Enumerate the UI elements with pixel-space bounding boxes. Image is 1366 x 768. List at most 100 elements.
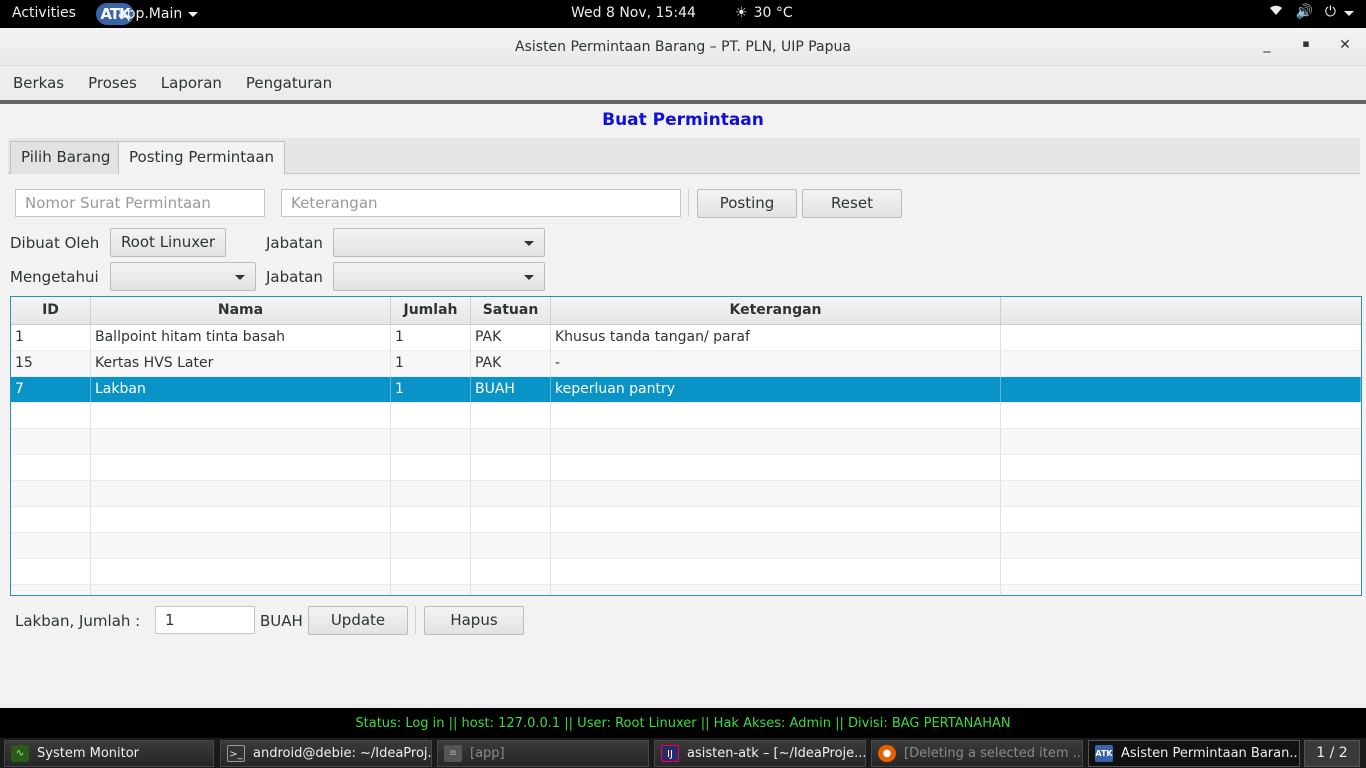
update-button[interactable]: Update <box>308 606 408 635</box>
cell-keterangan: - <box>551 351 1001 376</box>
chevron-down-icon <box>1344 10 1354 16</box>
atk-app-icon: ATK <box>1095 745 1113 762</box>
jabatan-dropdown[interactable] <box>333 228 545 257</box>
intellij-icon: IJ <box>661 745 679 762</box>
cell-keterangan: Khusus tanda tangan/ paraf <box>551 325 1001 350</box>
taskbar-intellij[interactable]: IJ asisten-atk – [~/IdeaProje... <box>654 740 866 767</box>
empty-row <box>11 533 1361 559</box>
taskbar: ∿ System Monitor >_ android@debie: ~/Ide… <box>0 738 1366 768</box>
workspace-pager[interactable]: 1 / 2 <box>1304 740 1360 767</box>
window-title: Asisten Permintaan Barang – PT. PLN, UIP… <box>515 38 851 55</box>
tab-pilih-barang[interactable]: Pilih Barang <box>10 141 122 174</box>
jabatan-label: Jabatan <box>266 234 323 252</box>
task-label: Asisten Permintaan Baran... <box>1121 746 1300 761</box>
dropdown-arrow-icon <box>524 241 534 246</box>
menu-bar: Berkas Proses Laporan Pengaturan <box>0 66 1366 104</box>
satuan-label: BUAH <box>260 612 303 630</box>
tab-posting-permintaan[interactable]: Posting Permintaan <box>118 141 286 174</box>
maximize-button[interactable]: ▪ <box>1296 37 1316 50</box>
menu-berkas[interactable]: Berkas <box>13 74 64 92</box>
dropdown-arrow-icon <box>524 275 534 280</box>
cell-satuan: BUAH <box>471 377 551 402</box>
task-label: asisten-atk – [~/IdeaProje... <box>687 746 866 761</box>
table-header: ID Nama Jumlah Satuan Keterangan <box>11 297 1361 325</box>
empty-row <box>11 403 1361 429</box>
task-label: System Monitor <box>37 746 140 761</box>
document-icon: ≡ <box>444 745 462 762</box>
window-titlebar[interactable]: Asisten Permintaan Barang – PT. PLN, UIP… <box>0 28 1366 66</box>
task-label: [Deleting a selected item ... <box>904 746 1083 761</box>
toolbar-separator <box>415 606 416 634</box>
cell-nama: Kertas HVS Later <box>91 351 391 376</box>
cell-jumlah: 1 <box>391 351 471 376</box>
wifi-icon <box>1269 4 1283 20</box>
column-header-jumlah[interactable]: Jumlah <box>391 297 471 324</box>
selected-item-label: Lakban, Jumlah : <box>15 612 141 630</box>
taskbar-system-monitor[interactable]: ∿ System Monitor <box>4 740 214 767</box>
table-row[interactable]: 15 Kertas HVS Later 1 PAK - <box>11 351 1361 377</box>
cell-id: 1 <box>11 325 91 350</box>
column-header-id[interactable]: ID <box>11 297 91 324</box>
table-row[interactable]: 1 Ballpoint hitam tinta basah 1 PAK Khus… <box>11 325 1361 351</box>
posting-button[interactable]: Posting <box>697 189 797 218</box>
app-menu[interactable]: ATK app.Main <box>96 2 199 26</box>
gnome-top-bar: Activities ATK app.Main Wed 8 Nov, 15:44… <box>0 0 1366 28</box>
toolbar-separator <box>688 189 689 217</box>
nomor-surat-input[interactable] <box>15 189 265 217</box>
power-icon: ⏻ <box>1324 4 1336 20</box>
menu-laporan[interactable]: Laporan <box>161 74 222 92</box>
close-button[interactable]: ✕ <box>1335 37 1355 53</box>
clock[interactable]: Wed 8 Nov, 15:44 <box>571 5 696 21</box>
terminal-icon: >_ <box>227 745 245 762</box>
task-label: [app] <box>470 746 505 761</box>
empty-row <box>11 585 1361 595</box>
dibuat-oleh-label: Dibuat Oleh <box>10 234 100 252</box>
taskbar-terminal[interactable]: >_ android@debie: ~/IdeaProj... <box>220 740 432 767</box>
taskbar-app[interactable]: ≡ [app] <box>437 740 649 767</box>
empty-row <box>11 429 1361 455</box>
system-status-area[interactable]: 🔊 ⏻ <box>1269 4 1354 20</box>
task-label: android@debie: ~/IdeaProj... <box>253 746 432 761</box>
sun-icon: ☀ <box>735 5 748 21</box>
column-header-satuan[interactable]: Satuan <box>471 297 551 324</box>
taskbar-asisten-permintaan[interactable]: ATK Asisten Permintaan Baran... <box>1088 740 1300 767</box>
tab-bar: Pilih Barang Posting Permintaan <box>8 138 1360 174</box>
cell-id: 7 <box>11 377 91 402</box>
app-menu-label: app.Main <box>118 6 183 22</box>
jumlah-input[interactable] <box>155 606 255 634</box>
menu-proses[interactable]: Proses <box>88 74 137 92</box>
keterangan-input[interactable] <box>281 189 681 217</box>
mengetahui-dropdown[interactable] <box>110 262 256 291</box>
cell-id: 15 <box>11 351 91 376</box>
main-content: Buat Permintaan Pilih Barang Posting Per… <box>0 104 1366 704</box>
column-header-nama[interactable]: Nama <box>91 297 391 324</box>
reset-button[interactable]: Reset <box>802 189 902 218</box>
weather-temperature: 30 °C <box>753 5 793 21</box>
cell-empty <box>1001 351 1361 376</box>
jabatan-mengetahui-dropdown[interactable] <box>333 262 545 291</box>
table-row-selected[interactable]: 7 Lakban 1 BUAH keperluan pantry <box>11 377 1361 403</box>
empty-row <box>11 455 1361 481</box>
weather-indicator[interactable]: ☀ 30 °C <box>735 5 793 21</box>
volume-icon: 🔊 <box>1295 4 1313 20</box>
minimize-button[interactable]: _ <box>1257 37 1277 53</box>
cell-satuan: PAK <box>471 351 551 376</box>
column-header-keterangan[interactable]: Keterangan <box>551 297 1001 324</box>
hapus-button[interactable]: Hapus <box>424 606 524 635</box>
column-header-empty <box>1001 297 1361 324</box>
cell-satuan: PAK <box>471 325 551 350</box>
firefox-icon: ● <box>878 745 896 762</box>
chevron-down-icon <box>188 11 199 17</box>
menu-pengaturan[interactable]: Pengaturan <box>246 74 332 92</box>
activities-button[interactable]: Activities <box>12 5 76 21</box>
dibuat-oleh-button[interactable]: Root Linuxer <box>110 228 226 257</box>
cell-jumlah: 1 <box>391 377 471 402</box>
items-table[interactable]: ID Nama Jumlah Satuan Keterangan 1 Ballp… <box>10 296 1362 596</box>
empty-row <box>11 559 1361 585</box>
cell-keterangan: keperluan pantry <box>551 377 1001 402</box>
app-window: Asisten Permintaan Barang – PT. PLN, UIP… <box>0 28 1366 708</box>
taskbar-firefox[interactable]: ● [Deleting a selected item ... <box>871 740 1083 767</box>
status-bar: Status: Log in || host: 127.0.0.1 || Use… <box>355 716 1011 731</box>
cell-nama: Lakban <box>91 377 391 402</box>
empty-row <box>11 481 1361 507</box>
